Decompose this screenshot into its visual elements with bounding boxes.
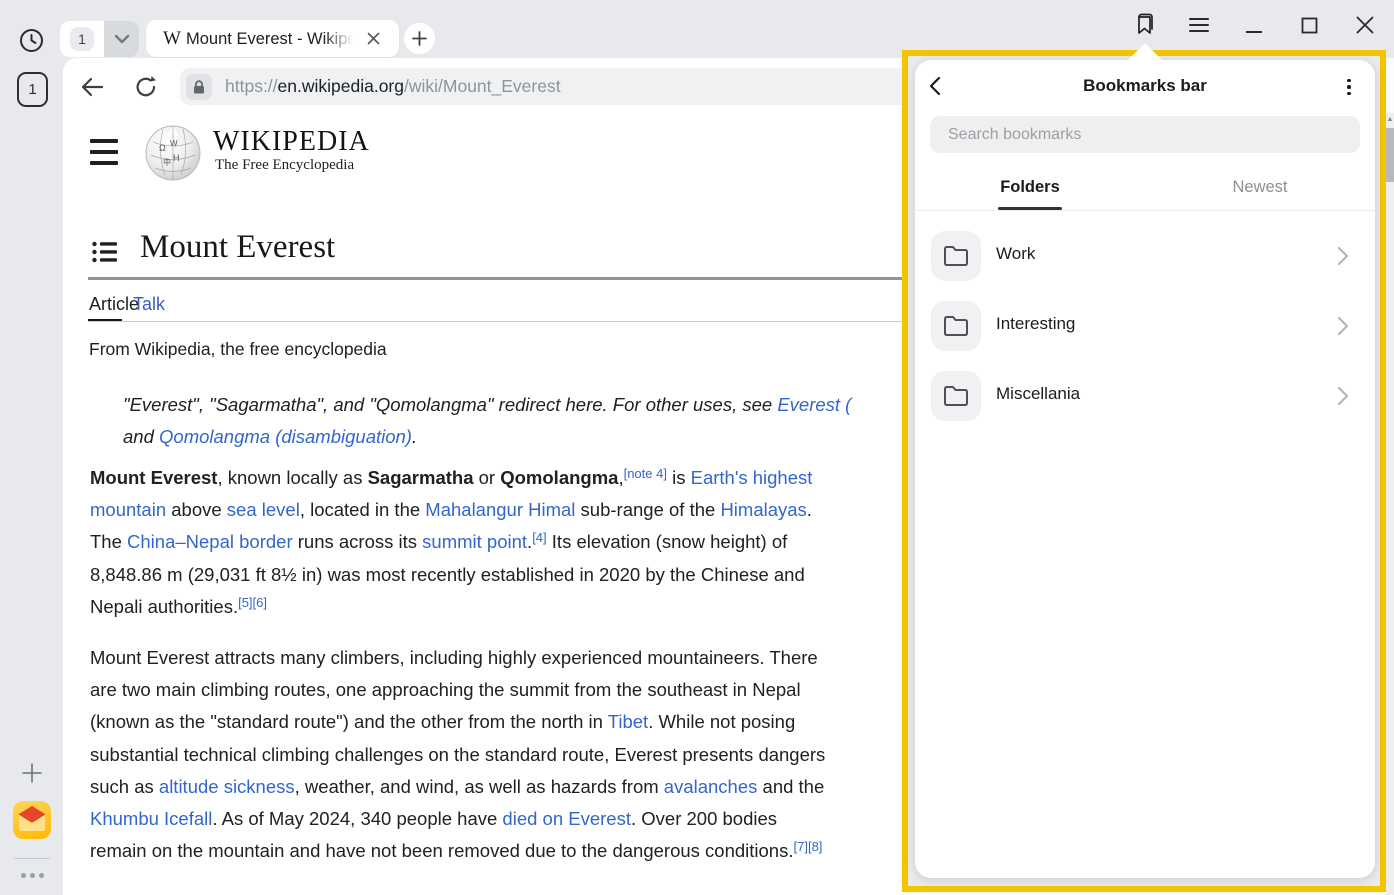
chevron-right-icon	[1337, 316, 1349, 336]
folder-row-work[interactable]: Work	[915, 221, 1375, 291]
reload-icon[interactable]	[133, 74, 159, 100]
wikipedia-tagline: The Free Encyclopedia	[215, 157, 354, 174]
folder-icon	[931, 371, 981, 421]
hatnote: "Everest", "Sagarmatha", and "Qomolangma…	[123, 389, 851, 453]
tab-title-fade	[324, 28, 358, 50]
folder-label: Interesting	[996, 314, 1075, 334]
panel-title: Bookmarks bar	[915, 76, 1375, 96]
panel-header: Bookmarks bar	[915, 60, 1375, 112]
bookmarks-panel-highlight: Bookmarks bar Folders Newest Work Intere…	[902, 50, 1386, 892]
panel-caret	[1126, 40, 1164, 60]
folder-label: Work	[996, 244, 1035, 264]
yandex-mail-icon[interactable]	[13, 801, 51, 839]
svg-text:Ω: Ω	[159, 143, 166, 153]
tab-group-badge: 1	[70, 27, 94, 51]
url-text: https://en.wikipedia.org/wiki/Mount_Ever…	[225, 76, 561, 97]
new-tab-button[interactable]	[404, 23, 435, 54]
window-scrollbar[interactable]: ▲	[1386, 58, 1394, 895]
wikipedia-favicon: W	[162, 28, 182, 50]
bookmarks-icon[interactable]	[1131, 12, 1157, 38]
sidebar-divider	[14, 858, 50, 859]
svg-text:中: 中	[163, 157, 171, 167]
maximize-icon[interactable]	[1296, 12, 1322, 38]
tab-group-pill[interactable]: 1	[60, 21, 139, 57]
svg-text:W: W	[170, 139, 178, 148]
bookmarks-panel: Bookmarks bar Folders Newest Work Intere…	[915, 60, 1375, 878]
scrollbar-track-top	[1386, 58, 1394, 113]
article-paragraph-1: Mount Everest, known locally as Sagarmat…	[90, 462, 812, 623]
page-title: Mount Everest	[140, 229, 335, 266]
browser-tab-active[interactable]: W Mount Everest - Wikipedi	[146, 20, 399, 57]
search-bookmarks-input[interactable]	[930, 116, 1360, 153]
close-window-icon[interactable]	[1352, 12, 1378, 38]
close-tab-icon[interactable]	[360, 26, 386, 52]
folder-icon	[931, 231, 981, 281]
toc-icon[interactable]	[92, 241, 117, 263]
sidebar-add-icon[interactable]	[17, 758, 47, 788]
back-chevron-icon[interactable]	[929, 76, 951, 98]
article-paragraph-2: Mount Everest attracts many climbers, in…	[90, 642, 825, 867]
workspace-button[interactable]: 1	[17, 72, 48, 107]
menu-icon[interactable]	[1186, 12, 1212, 38]
folder-row-interesting[interactable]: Interesting	[915, 291, 1375, 361]
kebab-menu-icon[interactable]	[1339, 76, 1359, 98]
back-icon[interactable]	[79, 74, 105, 100]
folder-icon	[931, 301, 981, 351]
folder-row-miscellania[interactable]: Miscellania	[915, 361, 1375, 431]
scrollbar-thumb[interactable]	[1386, 128, 1394, 182]
tab-newest[interactable]: Newest	[1145, 168, 1375, 210]
panel-divider	[915, 210, 1375, 211]
history-icon[interactable]	[19, 28, 44, 53]
address-bar[interactable]: https://en.wikipedia.org/wiki/Mount_Ever…	[180, 68, 1002, 105]
folder-label: Miscellania	[996, 384, 1080, 404]
url-host: en.wikipedia.org	[278, 76, 404, 96]
chevron-right-icon	[1337, 246, 1349, 266]
wikipedia-logo[interactable]: Ω W H 中	[143, 122, 203, 182]
sidebar-more-icon[interactable]	[14, 866, 50, 884]
wikipedia-wordmark[interactable]: WIKIPEDIA	[213, 126, 370, 158]
url-scheme: https://	[225, 76, 278, 96]
wiki-tab-article[interactable]: Article	[89, 294, 139, 315]
wiki-tab-talk[interactable]: Talk	[133, 294, 165, 315]
tab-group-count[interactable]: 1	[60, 21, 104, 57]
panel-tabs: Folders Newest	[915, 168, 1375, 210]
tab-group-dropdown[interactable]	[104, 21, 139, 57]
wiki-main-menu-icon[interactable]	[90, 139, 118, 165]
svg-text:H: H	[173, 153, 180, 163]
scrollbar-up-arrow[interactable]: ▲	[1386, 116, 1394, 123]
chevron-right-icon	[1337, 386, 1349, 406]
chevron-down-icon	[114, 34, 130, 44]
url-path: /wiki/Mount_Everest	[404, 76, 561, 96]
lock-icon[interactable]	[186, 74, 212, 100]
tab-folders[interactable]: Folders	[915, 168, 1145, 210]
minimize-icon[interactable]	[1241, 12, 1267, 38]
wiki-subtitle: From Wikipedia, the free encyclopedia	[89, 339, 387, 360]
left-sidebar: 1	[0, 58, 63, 895]
